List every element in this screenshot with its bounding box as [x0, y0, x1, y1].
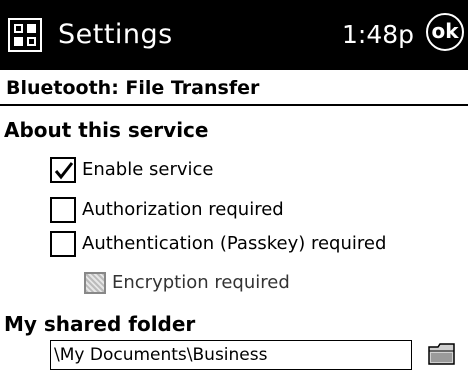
enable-service-checkbox[interactable] [50, 157, 76, 183]
encryption-option: Encryption required [84, 268, 290, 298]
about-heading: About this service [4, 118, 209, 142]
ok-button[interactable]: ok [426, 13, 464, 51]
checkmark-icon [54, 162, 74, 180]
shared-folder-heading: My shared folder [4, 312, 196, 336]
title-bar: Settings 1:48p ok [0, 0, 468, 70]
authorization-label: Authorization required [82, 199, 284, 220]
divider [0, 104, 468, 106]
authentication-checkbox[interactable] [50, 231, 76, 257]
page-subtitle: Bluetooth: File Transfer [6, 77, 260, 99]
authorization-checkbox[interactable] [50, 197, 76, 223]
encryption-checkbox [84, 272, 106, 294]
enable-service-option[interactable]: Enable service [50, 155, 214, 185]
authentication-label: Authentication (Passkey) required [82, 233, 387, 254]
start-menu-icon[interactable] [8, 18, 42, 52]
authorization-option[interactable]: Authorization required [50, 195, 284, 225]
authentication-option[interactable]: Authentication (Passkey) required [50, 229, 386, 259]
folder-icon[interactable] [427, 340, 457, 368]
encryption-label: Encryption required [112, 272, 290, 293]
shared-folder-path-field[interactable]: \My Documents\Business [50, 340, 412, 370]
clock[interactable]: 1:48p [342, 18, 414, 52]
app-title: Settings [58, 19, 173, 50]
enable-service-label: Enable service [82, 159, 214, 180]
